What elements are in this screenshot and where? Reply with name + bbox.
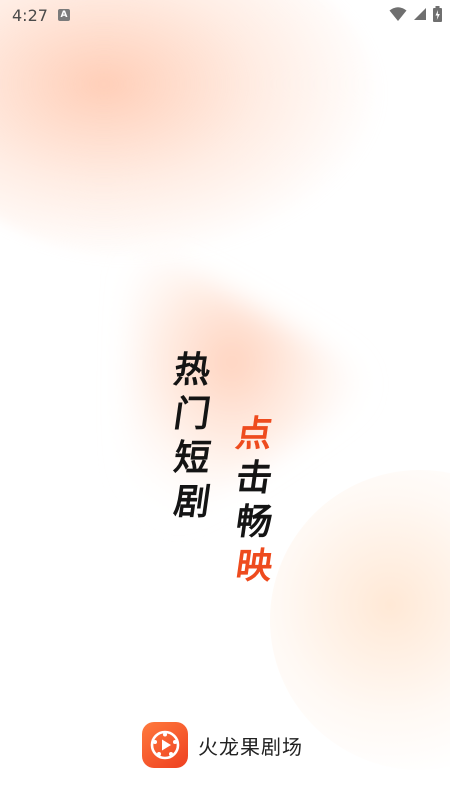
cellular-signal-icon	[414, 8, 426, 20]
status-bar: 4:27 A	[0, 0, 450, 30]
battery-icon	[433, 6, 442, 22]
slogan-char: 热	[171, 350, 213, 391]
slogan-char: 短	[171, 438, 213, 479]
slogan-right-column: 点 击 畅 映	[233, 413, 275, 589]
slogan-char-accent: 映	[233, 546, 275, 587]
slogan-left-column: 热 门 短 剧	[171, 349, 213, 525]
slogan-char: 畅	[233, 502, 275, 543]
splash-screen: 4:27 A 热 门 短 剧 点 击 畅 映 火龙果剧场	[0, 0, 450, 800]
status-icons	[389, 6, 442, 22]
slogan-char: 剧	[171, 482, 213, 523]
background-play-shape	[125, 259, 363, 530]
notification-icon: A	[58, 9, 70, 21]
slogan-char: 门	[171, 394, 213, 435]
play-film-reel-icon	[150, 730, 180, 760]
slogan-char: 击	[233, 458, 275, 499]
app-logo	[142, 722, 188, 768]
slogan-char-accent: 点	[233, 414, 275, 455]
brand-lockup: 火龙果剧场	[142, 722, 303, 768]
app-name: 火龙果剧场	[198, 734, 303, 759]
status-time: 4:27	[12, 6, 48, 25]
wifi-icon	[389, 7, 407, 21]
